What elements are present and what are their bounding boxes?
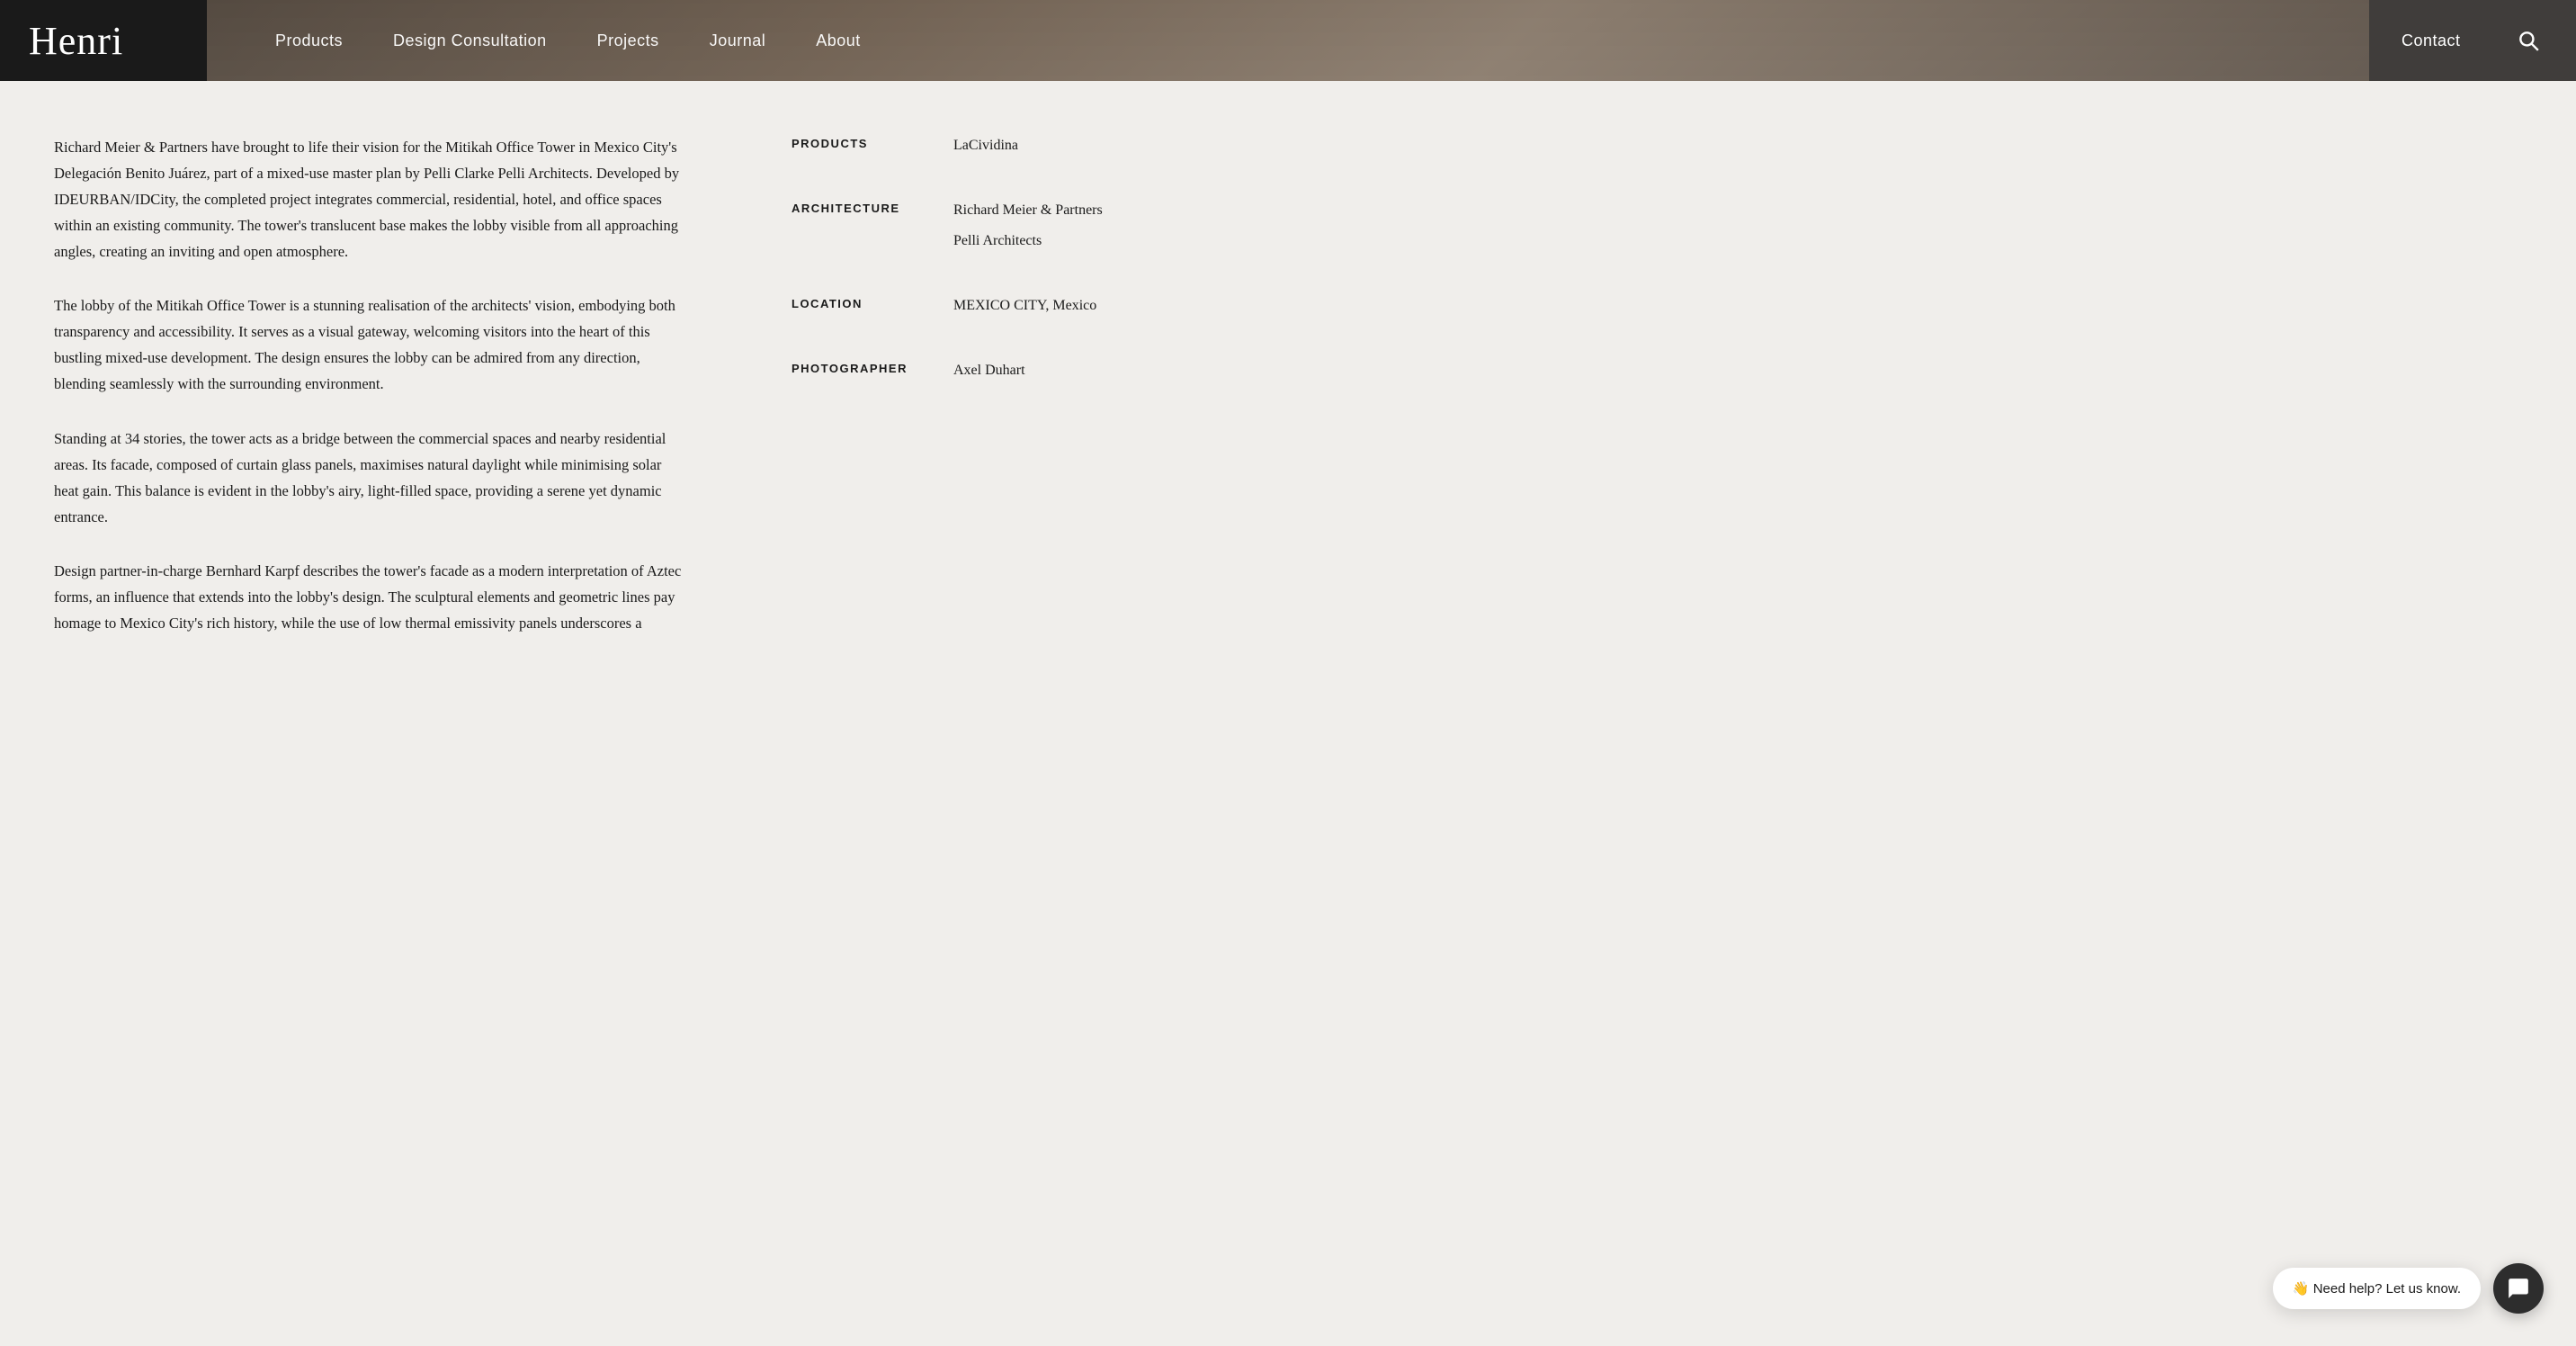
article-content: Richard Meier & Partners have brought to… [0, 81, 738, 1346]
metadata-values-2: Richard Meier & Partners Pelli Architects [953, 200, 1103, 252]
chat-icon [2507, 1277, 2530, 1300]
metadata-row-1: PRODUCTSLaCividina [792, 135, 1277, 157]
nav-item-about[interactable]: About [791, 31, 886, 50]
metadata-row-3: LOCATIONMEXICO CITY, Mexico [792, 295, 1277, 317]
site-logo[interactable]: Henri [29, 18, 123, 64]
article-paragraph-1: Richard Meier & Partners have brought to… [54, 135, 684, 265]
header-right: Contact [2369, 0, 2576, 81]
article-paragraph-3: Standing at 34 stories, the tower acts a… [54, 426, 684, 531]
metadata-label-photographer: PHOTOGRAPHER [792, 360, 953, 375]
chat-open-button[interactable] [2493, 1263, 2544, 1314]
metadata-value-1-1: LaCividina [953, 135, 1018, 157]
chat-bubble: 👋 Need help? Let us know. [2273, 1268, 2481, 1309]
metadata-value-3-1: MEXICO CITY, Mexico [953, 295, 1096, 317]
metadata-value-2-2: Pelli Architects [953, 230, 1103, 252]
nav-item-design-consultation[interactable]: Design Consultation [368, 31, 572, 50]
logo-area: Henri [0, 0, 207, 81]
metadata-label-architecture: ARCHITECTURE [792, 200, 953, 215]
metadata-value-2-1: Richard Meier & Partners [953, 200, 1103, 221]
chat-widget: 👋 Need help? Let us know. [2273, 1263, 2544, 1314]
search-button[interactable] [2513, 25, 2544, 56]
search-icon [2517, 29, 2540, 52]
contact-link[interactable]: Contact [2402, 31, 2461, 50]
metadata-values-4: Axel Duhart [953, 360, 1025, 381]
metadata-label-products: PRODUCTS [792, 135, 953, 150]
sidebar-metadata: PRODUCTSLaCividina ARCHITECTURERichard Me… [738, 81, 1349, 1346]
metadata-values-1: LaCividina [953, 135, 1018, 157]
article-paragraph-2: The lobby of the Mitikah Office Tower is… [54, 293, 684, 398]
metadata-values-3: MEXICO CITY, Mexico [953, 295, 1096, 317]
nav-item-products[interactable]: Products [250, 31, 368, 50]
nav-item-journal[interactable]: Journal [684, 31, 792, 50]
metadata-value-4-1: Axel Duhart [953, 360, 1025, 381]
main-content: Richard Meier & Partners have brought to… [0, 0, 2576, 1346]
metadata-row-2: ARCHITECTURERichard Meier & Partners Pell… [792, 200, 1277, 252]
nav-item-projects[interactable]: Projects [572, 31, 684, 50]
main-nav: ProductsDesign ConsultationProjectsJourn… [207, 0, 929, 81]
metadata-row-4: PHOTOGRAPHERAxel Duhart [792, 360, 1277, 381]
chat-bubble-text: 👋 Need help? Let us know. [2293, 1280, 2461, 1297]
metadata-label-location: LOCATION [792, 295, 953, 310]
article-paragraph-4: Design partner-in-charge Bernhard Karpf … [54, 559, 684, 637]
